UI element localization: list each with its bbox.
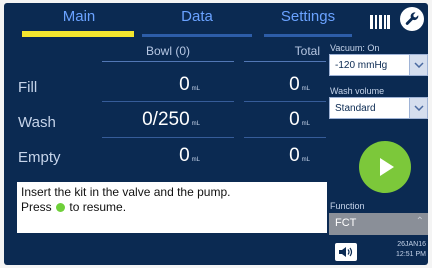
row-divider	[102, 101, 234, 102]
chevron-up-icon: ⌃	[415, 216, 424, 227]
bowl-column-header: Bowl (0)	[102, 44, 234, 62]
tab-data[interactable]: Data	[136, 3, 258, 37]
function-select[interactable]: FCT ⌃	[329, 213, 428, 235]
vacuum-value: -120 mmHg	[335, 60, 388, 71]
wash-label: Wash	[18, 114, 56, 131]
empty-total-value: 0 mL	[289, 145, 310, 166]
tab-bar: Main Data Settings	[4, 3, 428, 43]
function-label: Function	[330, 201, 365, 211]
tab-data-indicator	[142, 34, 252, 37]
tab-main-label: Main	[62, 8, 96, 25]
start-dot-icon	[56, 203, 66, 212]
tab-main-indicator	[22, 31, 134, 37]
wash-bowl-value: 0/250 mL	[142, 109, 200, 130]
wash-volume-label: Wash volume	[330, 86, 385, 96]
fill-label: Fill	[18, 79, 38, 96]
instruction-message: Insert the kit in the valve and the pump…	[17, 182, 327, 233]
row-divider	[244, 137, 326, 138]
chevron-down-icon	[409, 55, 427, 75]
play-icon	[380, 158, 394, 176]
sound-button[interactable]	[335, 243, 357, 261]
time-text: 12:51 PM	[396, 251, 426, 258]
tab-main[interactable]: Main	[18, 3, 140, 37]
tab-settings[interactable]: Settings	[258, 3, 358, 37]
tab-settings-indicator	[264, 34, 352, 37]
speaker-icon	[339, 247, 353, 257]
barcode-icon[interactable]	[370, 13, 390, 31]
datetime-display: 26JAN16 12:51 PM	[384, 240, 426, 260]
wash-volume-select[interactable]: Standard	[329, 97, 428, 119]
instruction-line-1: Insert the kit in the valve and the pump…	[21, 185, 231, 199]
total-column-header: Total	[244, 44, 326, 62]
vacuum-label: Vacuum: On	[330, 43, 380, 53]
wash-volume-value: Standard	[335, 103, 376, 114]
start-button[interactable]	[359, 141, 411, 193]
tab-data-label: Data	[181, 8, 213, 25]
fill-total-value: 0 mL	[289, 74, 310, 95]
function-value: FCT	[335, 217, 357, 229]
empty-label: Empty	[18, 149, 61, 166]
empty-bowl-value: 0 mL	[179, 145, 200, 166]
fill-bowl-value: 0 mL	[179, 74, 200, 95]
tab-settings-label: Settings	[280, 8, 336, 25]
wash-total-value: 0 mL	[289, 109, 310, 130]
instruction-line-2: Press to resume.	[21, 200, 127, 214]
row-divider	[244, 101, 326, 102]
vacuum-select[interactable]: -120 mmHg	[329, 54, 428, 76]
row-divider	[102, 137, 234, 138]
chevron-down-icon	[409, 98, 427, 118]
wrench-icon[interactable]	[400, 7, 424, 31]
date-text: 26JAN16	[397, 241, 426, 248]
device-screen: Main Data Settings Bowl (0) Total Fill 0…	[4, 3, 428, 265]
